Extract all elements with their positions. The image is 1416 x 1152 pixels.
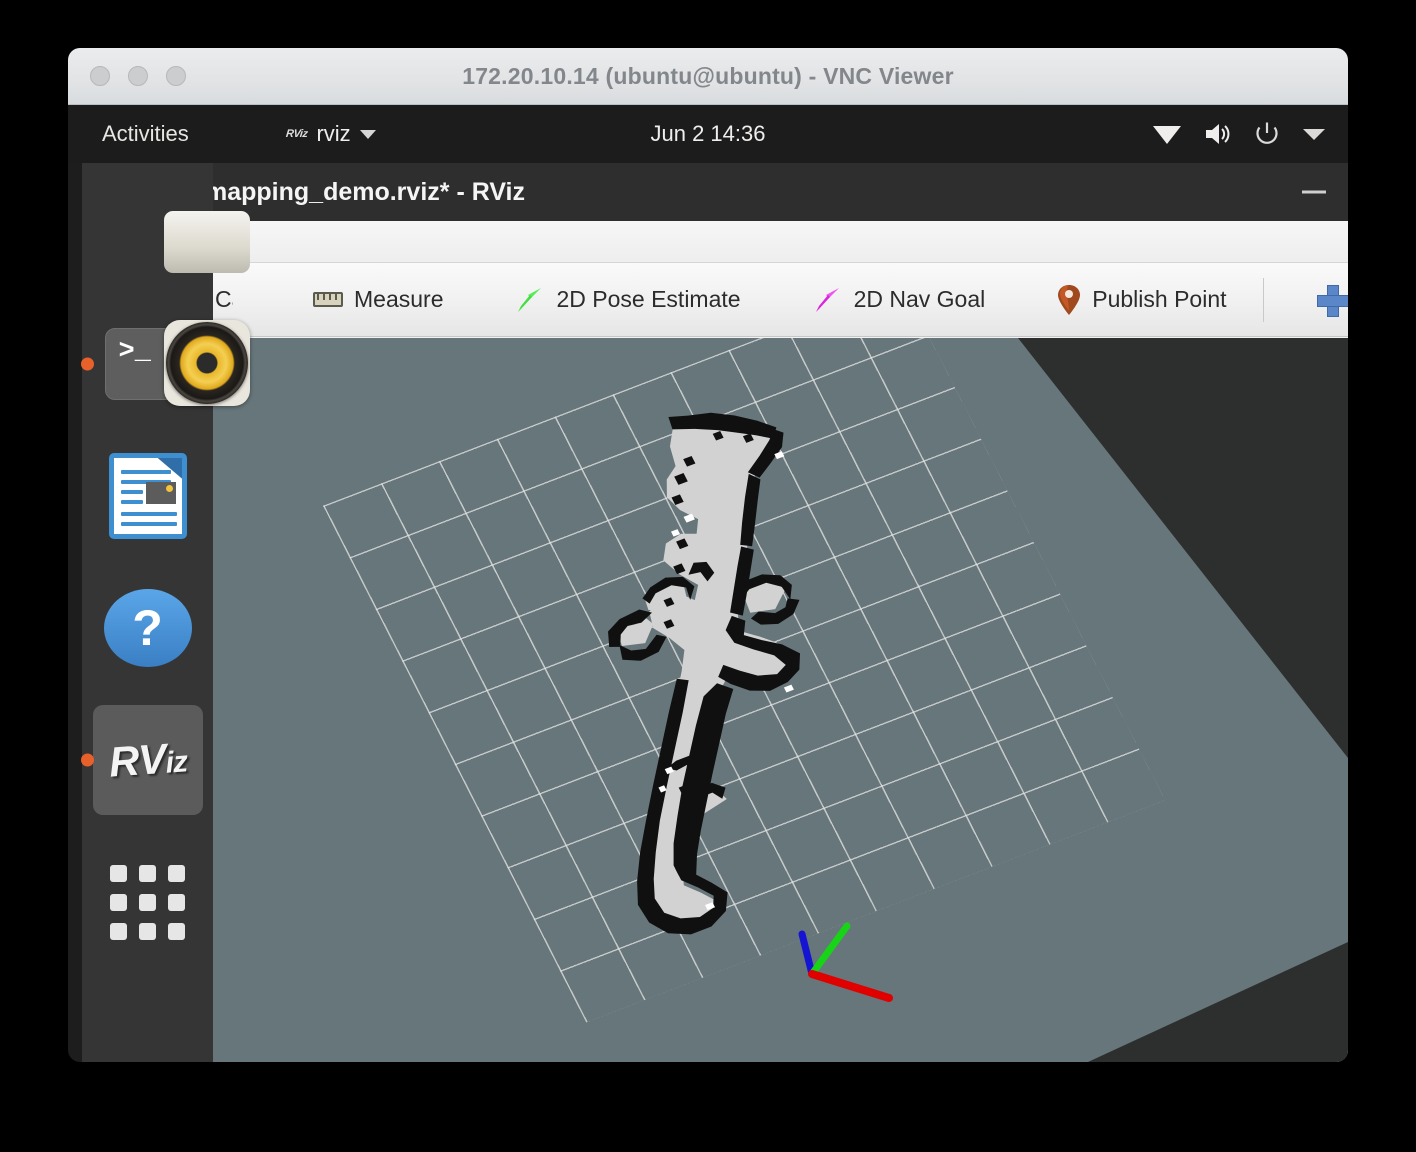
tool-label-2d-nav-goal: 2D Nav Goal	[853, 286, 986, 312]
x-axis	[808, 970, 893, 1002]
grid-cell	[139, 864, 156, 882]
map-pin-icon	[1057, 284, 1081, 316]
dock-item-libreoffice-impress[interactable]	[93, 441, 203, 551]
rviz-minimize-button[interactable]	[1302, 190, 1326, 194]
system-tray	[1152, 105, 1326, 163]
grid-cell	[168, 864, 185, 882]
toolbar-divider	[1262, 277, 1264, 322]
volume-icon[interactable]	[1204, 122, 1232, 146]
plus-icon	[1316, 284, 1348, 317]
rviz-3d-viewport[interactable]	[199, 338, 1348, 1062]
doc-line	[120, 512, 177, 516]
grid-cell	[139, 893, 156, 911]
dock-item-rviz[interactable]: RViz	[80, 705, 203, 815]
terminal-prompt-label: >_	[118, 337, 151, 367]
power-icon[interactable]	[1254, 121, 1280, 147]
dock-item-show-applications[interactable]	[93, 847, 203, 957]
add-tool-button[interactable]	[1308, 272, 1348, 328]
window-switcher-thumbnail[interactable]	[164, 211, 250, 273]
tray-chevron-down-icon[interactable]	[1302, 127, 1326, 141]
rviz-logo-icon: RViz	[107, 733, 188, 786]
chevron-down-icon	[359, 129, 376, 139]
doc-line	[120, 470, 171, 474]
dock-item-firefox-icon-float[interactable]	[164, 320, 250, 406]
tool-button-measure[interactable]: Measure	[295, 272, 461, 328]
toolbar-right-group	[1245, 272, 1348, 328]
mac-titlebar: 172.20.10.14 (ubuntu@ubuntu) - VNC Viewe…	[68, 48, 1348, 105]
rviz-toolbar: Car Measure 2D Pose Estimate	[199, 263, 1348, 337]
grid-cell	[139, 922, 156, 940]
green-arrow-icon	[515, 285, 545, 315]
map-free-space	[643, 416, 792, 924]
grid-cell	[110, 893, 127, 911]
grid-cell	[110, 922, 127, 940]
rviz-logo-icon: RViz	[285, 128, 309, 140]
vnc-window-title: 172.20.10.14 (ubuntu@ubuntu) - VNC Viewe…	[462, 63, 954, 89]
y-axis	[808, 922, 851, 978]
rviz-window-title: mapping_demo.rviz* - RViz	[205, 177, 525, 206]
tool-button-2d-nav-goal[interactable]: 2D Nav Goal	[795, 272, 1004, 328]
tool-label-2d-pose-estimate: 2D Pose Estimate	[556, 286, 741, 312]
activities-button[interactable]: Activities	[94, 105, 197, 163]
rviz-menubar[interactable]	[199, 221, 1348, 263]
rviz-logo-rv: RV	[107, 734, 167, 786]
rviz-titlebar: mapping_demo.rviz* - RViz	[199, 163, 1348, 221]
rviz-window: mapping_demo.rviz* - RViz Car Measure 2D	[199, 163, 1348, 1062]
magenta-arrow-icon	[813, 285, 843, 315]
clock-label[interactable]: Jun 2 14:36	[651, 121, 766, 146]
wifi-icon[interactable]	[1152, 123, 1182, 145]
grid-cell	[110, 864, 127, 882]
rviz-logo-iz: iz	[164, 745, 188, 780]
ruler-icon	[313, 292, 343, 307]
rviz-running-indicator	[80, 753, 94, 767]
tool-label-measure: Measure	[354, 286, 444, 312]
z-axis	[798, 930, 816, 978]
tool-button-2d-pose-estimate[interactable]: 2D Pose Estimate	[497, 272, 758, 328]
app-grid-icon	[110, 864, 185, 940]
doc-line	[120, 500, 143, 504]
vnc-viewer-window: 172.20.10.14 (ubuntu@ubuntu) - VNC Viewe…	[68, 48, 1348, 1062]
gnome-dock: >_ ? RViz	[80, 163, 213, 1062]
document-fold-corner	[156, 458, 182, 479]
terminal-running-indicator	[80, 357, 94, 371]
viewport-horizon-wedge-bottom	[1088, 942, 1348, 1062]
axes-marker	[798, 922, 893, 1002]
app-menu-rviz[interactable]: RViz rviz	[285, 105, 376, 163]
dock-item-help[interactable]: ?	[93, 573, 203, 683]
tool-label-publish-point: Publish Point	[1092, 286, 1227, 312]
ground-plane	[322, 338, 1166, 1023]
occupancy-map-display	[608, 412, 801, 935]
speaker-ring-icon	[166, 322, 248, 404]
app-menu-label: rviz	[316, 121, 351, 146]
tool-button-publish-point[interactable]: Publish Point	[1039, 272, 1244, 328]
doc-image-thumb	[145, 482, 176, 504]
doc-line	[120, 522, 177, 526]
question-mark-icon: ?	[103, 589, 192, 667]
grid-cell	[168, 893, 185, 911]
grid-cell	[168, 922, 185, 940]
tool-label-clipped: Car	[215, 286, 233, 312]
gnome-top-bar: Activities RViz rviz Jun 2 14:36	[68, 105, 1348, 163]
document-icon	[108, 453, 187, 539]
doc-line	[120, 490, 143, 494]
